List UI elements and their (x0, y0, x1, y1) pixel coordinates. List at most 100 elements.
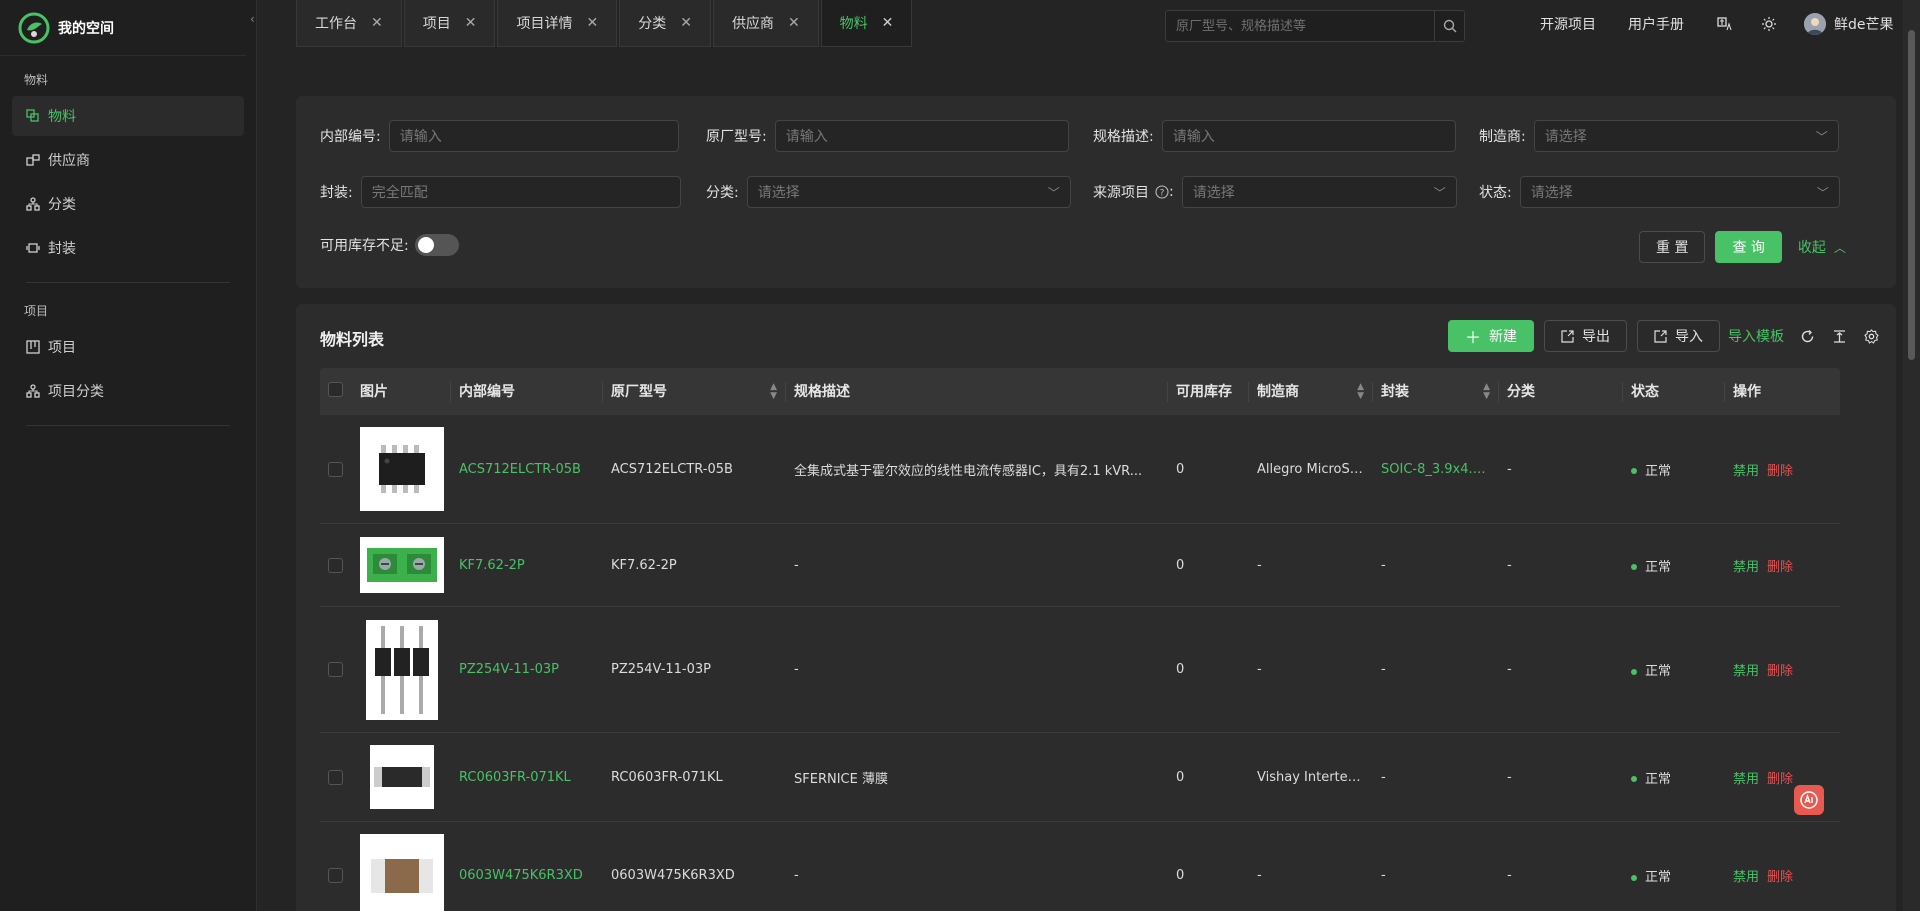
column-header-sortable[interactable]: 封装 ▲ ▼ (1373, 381, 1499, 402)
tab-supplier[interactable]: 供应商 ✕ (712, 0, 819, 47)
package-input[interactable]: 完全匹配 (360, 176, 681, 208)
disable-button[interactable]: 禁用 (1733, 560, 1759, 575)
logo[interactable]: 我的空间 (0, 0, 246, 56)
search-button[interactable] (1434, 11, 1464, 41)
avatar[interactable] (1804, 12, 1826, 35)
field-label: 内部编号: (320, 129, 381, 145)
export-button[interactable]: 导出 (1544, 320, 1627, 352)
image-cell (352, 427, 451, 511)
package-link[interactable]: SOIC-8_3.9x4.9... (1373, 462, 1499, 477)
close-icon[interactable]: ✕ (586, 15, 598, 31)
category-select[interactable]: 请选择 ﹀ (746, 176, 1071, 208)
tab-category[interactable]: 分类 ✕ (619, 0, 711, 47)
tab-project[interactable]: 项目 ✕ (403, 0, 496, 47)
sort-icon[interactable]: ▲ ▼ (1483, 382, 1490, 401)
close-icon[interactable]: ✕ (680, 15, 692, 31)
delete-button[interactable]: 删除 (1767, 870, 1793, 885)
settings-icon[interactable] (1862, 327, 1880, 345)
close-icon[interactable]: ✕ (882, 15, 894, 31)
collapse-link[interactable]: 收起 (1798, 237, 1826, 257)
import-template-link[interactable]: 导入模板 (1728, 326, 1784, 346)
part-image[interactable] (366, 619, 438, 720)
query-button[interactable]: 查 询 (1715, 231, 1782, 263)
global-search (1165, 10, 1465, 42)
tab-material[interactable]: 物料 ✕ (820, 0, 913, 47)
sidebar-item-material[interactable]: 物料 (12, 96, 244, 136)
package-cell: - (1381, 868, 1386, 883)
user-name[interactable]: 鲜de芒果 (1834, 14, 1894, 34)
tab-project-detail[interactable]: 项目详情 ✕ (497, 0, 618, 47)
input-placeholder: 请输入 (785, 129, 828, 145)
column-header[interactable]: 内部编号 (451, 381, 603, 402)
scrollbar-thumb[interactable] (1908, 30, 1915, 360)
chevron-up-icon[interactable]: ︿ (1834, 239, 1846, 256)
part-image[interactable] (370, 745, 434, 809)
open-source-link[interactable]: 开源项目 (1540, 14, 1596, 34)
actions-cell: 禁用 删除 (1725, 866, 1840, 885)
disable-button[interactable]: 禁用 (1733, 464, 1759, 479)
internal-code-link[interactable]: 0603W475K6R3XD (451, 868, 603, 883)
source-project-select[interactable]: 请选择 ﹀ (1181, 176, 1457, 208)
disable-button[interactable]: 禁用 (1733, 772, 1759, 787)
delete-button[interactable]: 删除 (1767, 464, 1793, 479)
close-icon[interactable]: ✕ (371, 15, 383, 31)
search-input[interactable] (1166, 11, 1434, 41)
sidebar-item-project-category[interactable]: 项目分类 (12, 371, 244, 411)
tab-workbench[interactable]: 工作台 ✕ (296, 0, 402, 47)
close-icon[interactable]: ✕ (465, 15, 477, 31)
sidebar-item-project[interactable]: 项目 (12, 327, 244, 367)
spec-input[interactable]: 请输入 (1161, 120, 1456, 152)
disable-button[interactable]: 禁用 (1733, 664, 1759, 679)
ai-assistant-button[interactable] (1794, 785, 1824, 815)
mfr-part-cell: KF7.62-2P (611, 557, 677, 573)
sidebar-item-package[interactable]: 封装 (12, 228, 244, 268)
table-row: PZ254V-11-03P PZ254V-11-03P - 0 - - - 正常… (320, 607, 1840, 733)
list-title: 物料列表 (320, 330, 385, 349)
status-dot (1631, 776, 1637, 782)
row-checkbox[interactable] (328, 461, 343, 477)
delete-button[interactable]: 删除 (1767, 560, 1793, 575)
close-icon[interactable]: ✕ (788, 15, 800, 31)
refresh-icon[interactable] (1798, 327, 1816, 345)
row-checkbox[interactable] (328, 868, 343, 883)
delete-button[interactable]: 删除 (1767, 772, 1793, 787)
internal-code-link[interactable]: RC0603FR-071KL (451, 770, 603, 785)
package-icon (26, 243, 40, 253)
language-icon[interactable] (1716, 15, 1734, 33)
help-icon[interactable]: ? (1155, 185, 1169, 199)
internal-code-link[interactable]: PZ254V-11-03P (451, 662, 603, 677)
low-stock-switch[interactable] (414, 234, 459, 256)
internal-code-input[interactable]: 请输入 (388, 120, 679, 152)
part-image[interactable] (360, 833, 444, 911)
disable-button[interactable]: 禁用 (1733, 870, 1759, 885)
part-image[interactable] (360, 427, 444, 511)
sort-icon[interactable]: ▲ ▼ (1357, 382, 1364, 401)
column-header-sortable[interactable]: 制造商 ▲ ▼ (1249, 381, 1373, 402)
internal-code-link[interactable]: ACS712ELCTR-05B (451, 462, 603, 477)
column-header-sortable[interactable]: 原厂型号 ▲ ▼ (603, 381, 786, 402)
select-all-checkbox[interactable] (328, 381, 343, 397)
row-checkbox[interactable] (328, 662, 343, 677)
manufacturer-select[interactable]: 请选择 ﹀ (1533, 120, 1839, 152)
density-icon[interactable] (1830, 327, 1848, 345)
reset-button[interactable]: 重 置 (1639, 231, 1706, 263)
sidebar-item-category[interactable]: 分类 (12, 184, 244, 224)
internal-code-link[interactable]: KF7.62-2P (451, 558, 603, 573)
new-button[interactable]: ＋ 新建 (1447, 320, 1534, 352)
import-button[interactable]: 导入 (1637, 320, 1720, 352)
row-checkbox[interactable] (328, 769, 343, 785)
delete-button[interactable]: 删除 (1767, 664, 1793, 679)
sort-icon[interactable]: ▲ ▼ (770, 382, 777, 401)
row-checkbox[interactable] (328, 557, 343, 573)
row-checkbox-cell (320, 461, 352, 477)
page-scrollbar[interactable] (1903, 0, 1920, 911)
collapse-sidebar-icon[interactable]: ‹ (250, 12, 264, 30)
sidebar-item-supplier[interactable]: 供应商 (12, 140, 244, 180)
status-select[interactable]: 请选择 ﹀ (1519, 176, 1840, 208)
theme-toggle-icon[interactable] (1760, 15, 1778, 33)
part-image[interactable] (360, 537, 444, 593)
mfr-part-input[interactable]: 请输入 (774, 120, 1069, 152)
actions-cell: 禁用 删除 (1725, 460, 1840, 479)
user-manual-link[interactable]: 用户手册 (1628, 14, 1684, 34)
nav-group-title: 项目 (24, 304, 49, 318)
